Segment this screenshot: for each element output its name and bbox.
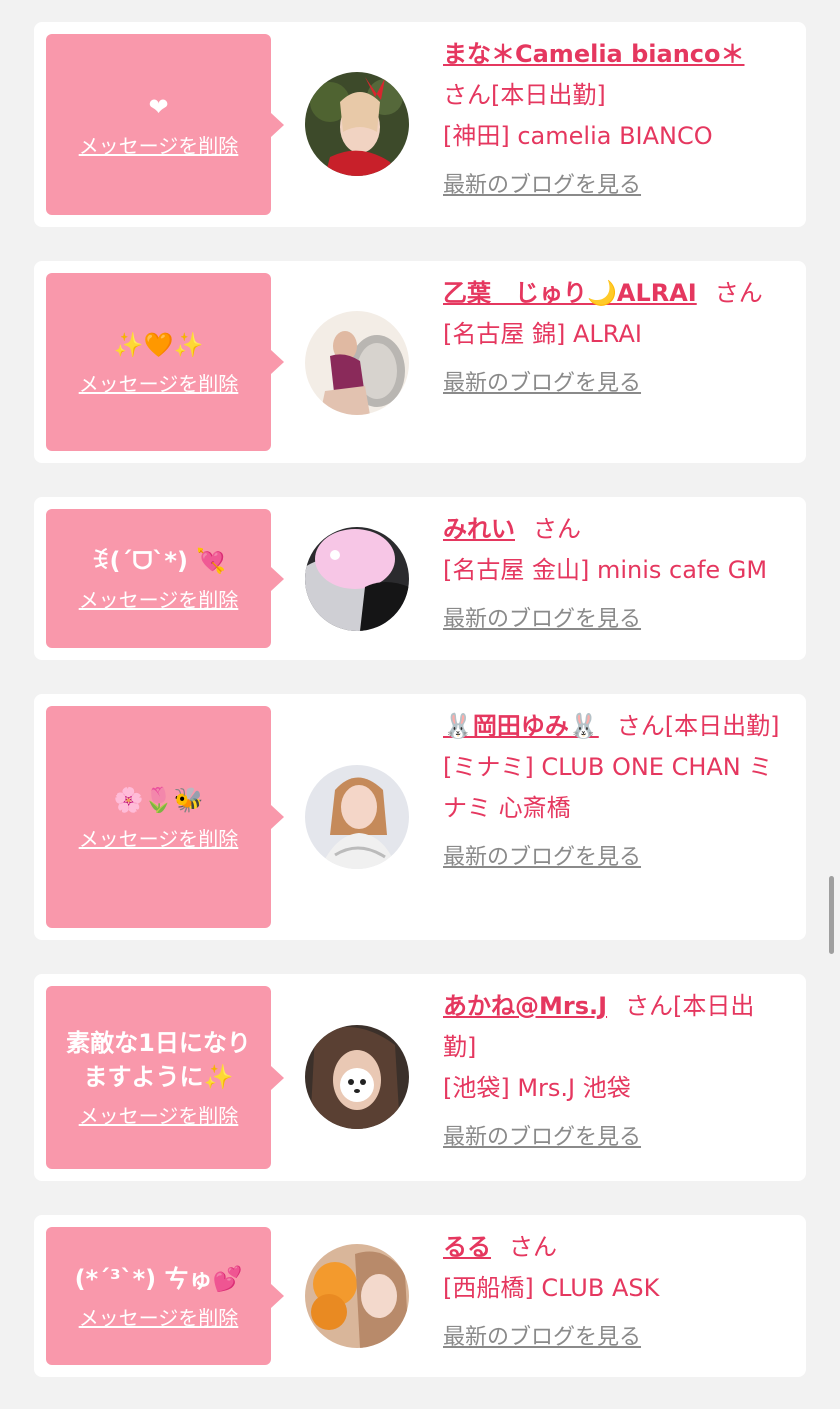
cast-info: まな＊Camelia bianco＊ さん[本日出勤] [神田] camelia…	[443, 34, 786, 199]
cast-name-link[interactable]: 🐰岡田ゆみ🐰	[443, 712, 599, 740]
cast-suffix: さん	[714, 279, 763, 307]
delete-message-link[interactable]: メッセージを削除	[79, 823, 239, 852]
avatar[interactable]	[305, 1244, 409, 1348]
cast-info: 乙葉 じゅり🌙ALRAI さん [名古屋 錦] ALRAI 最新のブログを見る	[443, 273, 786, 397]
shop-label: [名古屋 金山] minis cafe GM	[443, 556, 768, 584]
message-text: (*´³`*) ㄘゅ💕	[74, 1264, 243, 1293]
message-bubble: ✨🧡✨ メッセージを削除	[46, 273, 284, 451]
latest-blog-link[interactable]: 最新のブログを見る	[443, 839, 641, 871]
shop-label: [池袋] Mrs.J 池袋	[443, 1074, 631, 1102]
cast-suffix: さん	[533, 515, 581, 543]
cast-suffix: さん[本日出勤]	[443, 81, 606, 109]
shop-label: [西船橋] CLUB ASK	[443, 1274, 660, 1302]
message-text: ❤	[148, 93, 169, 121]
cast-name-link[interactable]: まな＊Camelia bianco＊	[443, 40, 745, 68]
message-text: 🌸🌷🐝	[113, 785, 204, 814]
latest-blog-link[interactable]: 最新のブログを見る	[443, 1319, 641, 1351]
latest-blog-link[interactable]: 最新のブログを見る	[443, 601, 641, 633]
latest-blog-link[interactable]: 最新のブログを見る	[443, 167, 641, 199]
cast-info: るる さん [西船橋] CLUB ASK 最新のブログを見る	[443, 1227, 786, 1351]
message-text: 素敵な1日になりますように✨	[66, 1029, 251, 1091]
latest-blog-link[interactable]: 最新のブログを見る	[443, 1119, 641, 1151]
list-item: 🌸🌷🐝 メッセージを削除 🐰岡田ゆみ🐰 さん[本日出勤] [ミナミ] CLUB O…	[34, 694, 806, 940]
message-text: ✨🧡✨	[113, 330, 204, 359]
delete-message-link[interactable]: メッセージを削除	[79, 1302, 239, 1331]
list-item: ❤ メッセージを削除 まな＊Camelia bianco＊ さん[本日出勤] […	[34, 22, 806, 227]
delete-message-link[interactable]: メッセージを削除	[79, 584, 239, 613]
cast-name-link[interactable]: みれい	[443, 515, 515, 543]
avatar[interactable]	[305, 765, 409, 869]
delete-message-link[interactable]: メッセージを削除	[79, 130, 239, 159]
list-item: ✨🧡✨ メッセージを削除 乙葉 じゅり🌙ALRAI さん [名古屋 錦] ALRA…	[34, 261, 806, 463]
list-item: (*´³`*) ㄘゅ💕 メッセージを削除 るる さん [西船橋] CLUB ASK…	[34, 1215, 806, 1377]
message-bubble: (*´³`*) ㄘゅ💕 メッセージを削除	[46, 1227, 284, 1365]
cast-suffix: さん[本日出勤]	[616, 712, 780, 740]
cast-suffix: さん	[509, 1233, 557, 1261]
shop-label: [神田] camelia BIANCO	[443, 122, 713, 150]
cast-name-link[interactable]: るる	[443, 1233, 491, 1261]
cast-info: 🐰岡田ゆみ🐰 さん[本日出勤] [ミナミ] CLUB ONE CHAN ミナミ 心…	[443, 706, 786, 871]
message-bubble: ꉂ(ˊᗜˋ*) 💘 メッセージを削除	[46, 509, 284, 648]
list-item: ꉂ(ˊᗜˋ*) 💘 メッセージを削除 みれい さん [名古屋 金山] minis …	[34, 497, 806, 660]
avatar[interactable]	[305, 1025, 409, 1129]
avatar[interactable]	[305, 311, 409, 415]
shop-label: [ミナミ] CLUB ONE CHAN ミナミ 心斎橋	[443, 753, 773, 822]
message-bubble: ❤ メッセージを削除	[46, 34, 284, 215]
list-item: 素敵な1日になりますように✨ メッセージを削除 あかね@Mrs.J さん[本日出勤…	[34, 974, 806, 1181]
cast-name-link[interactable]: 乙葉 じゅり🌙ALRAI	[443, 279, 697, 307]
delete-message-link[interactable]: メッセージを削除	[79, 1100, 239, 1129]
avatar[interactable]	[305, 72, 409, 176]
delete-message-link[interactable]: メッセージを削除	[79, 368, 239, 397]
message-bubble: 🌸🌷🐝 メッセージを削除	[46, 706, 284, 928]
cast-name-link[interactable]: あかね@Mrs.J	[443, 992, 607, 1020]
avatar[interactable]	[305, 527, 409, 631]
cast-info: あかね@Mrs.J さん[本日出勤] [池袋] Mrs.J 池袋 最新のブログを見…	[443, 986, 786, 1151]
message-bubble: 素敵な1日になりますように✨ メッセージを削除	[46, 986, 284, 1169]
shop-label: [名古屋 錦] ALRAI	[443, 320, 642, 348]
cast-info: みれい さん [名古屋 金山] minis cafe GM 最新のブログを見る	[443, 509, 786, 633]
message-text: ꉂ(ˊᗜˋ*) 💘	[90, 547, 227, 575]
latest-blog-link[interactable]: 最新のブログを見る	[443, 365, 641, 397]
vertical-scrollbar[interactable]	[829, 876, 834, 954]
